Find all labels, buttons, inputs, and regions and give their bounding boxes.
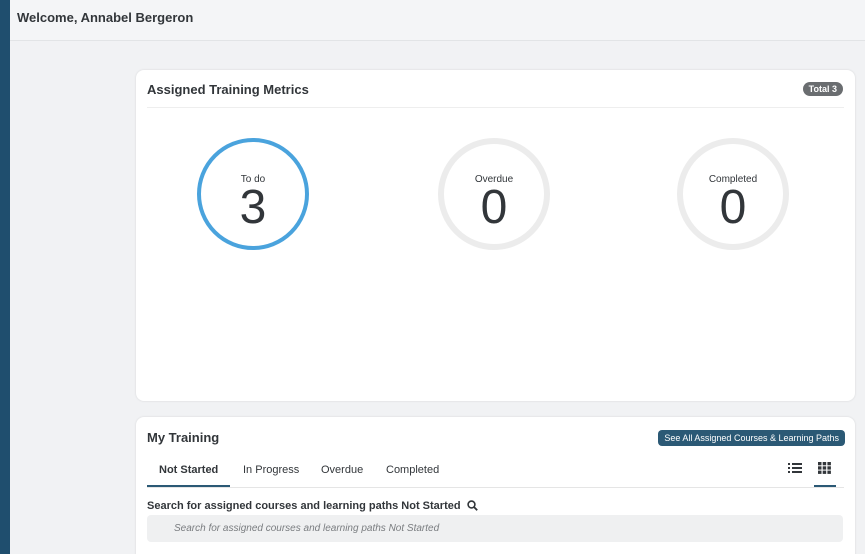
my-training-title: My Training [147,430,220,445]
search-label: Search for assigned courses and learning… [147,500,478,514]
search-icon[interactable] [466,500,478,514]
todo-metric-value: 3 [239,181,267,234]
assigned-training-metrics-card: Assigned Training Metrics Total 3 To do … [136,70,855,401]
welcome-message: Welcome, Annabel Bergeron [17,10,194,25]
search-label-text: Search for assigned courses and learning… [147,500,461,512]
active-view-indicator [814,485,836,487]
completed-metric-ring[interactable]: Completed 0 [677,138,789,250]
see-all-assigned-button[interactable]: See All Assigned Courses & Learning Path… [658,430,845,446]
tab-not-started[interactable]: Not Started [159,464,218,476]
metrics-title: Assigned Training Metrics [147,82,309,97]
grid-view-icon[interactable] [818,462,834,476]
overdue-metric-ring[interactable]: Overdue 0 [438,138,550,250]
total-badge: Total 3 [802,82,843,96]
training-tabs: Not Started In Progress Overdue Complete… [147,455,844,488]
overdue-metric-value: 0 [480,181,508,234]
completed-metric-value: 0 [719,181,747,234]
metrics-divider [147,107,844,108]
tab-overdue[interactable]: Overdue [321,464,363,476]
active-tab-indicator [147,485,230,487]
page-header: Welcome, Annabel Bergeron [10,0,865,41]
list-view-icon[interactable] [788,462,804,476]
app-window: Welcome, Annabel Bergeron Assigned Train… [10,0,865,554]
my-training-card: My Training See All Assigned Courses & L… [136,417,855,554]
search-input[interactable] [147,515,843,542]
tab-in-progress[interactable]: In Progress [243,464,299,476]
tab-completed[interactable]: Completed [386,464,439,476]
todo-metric-ring[interactable]: To do 3 [197,138,309,250]
